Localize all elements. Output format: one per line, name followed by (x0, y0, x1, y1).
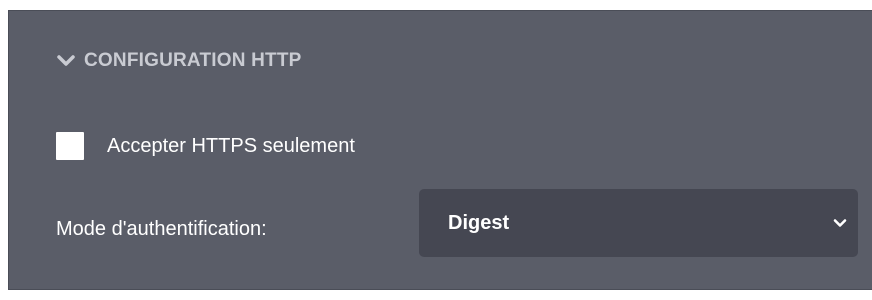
auth-mode-select[interactable]: Digest (419, 189, 858, 257)
https-only-row: Accepter HTTPS seulement (56, 130, 355, 162)
section-title: CONFIGURATION HTTP (84, 50, 302, 71)
https-only-checkbox[interactable] (56, 132, 84, 160)
auth-mode-selected-value: Digest (448, 211, 510, 234)
http-configuration-panel: CONFIGURATION HTTP Accepter HTTPS seulem… (8, 10, 872, 290)
https-only-label[interactable]: Accepter HTTPS seulement (107, 135, 355, 158)
auth-mode-label: Mode d'authentification: (56, 218, 267, 240)
chevron-down-icon (56, 51, 76, 71)
chevron-down-icon (832, 215, 848, 231)
section-header-toggle[interactable]: CONFIGURATION HTTP (56, 49, 302, 73)
